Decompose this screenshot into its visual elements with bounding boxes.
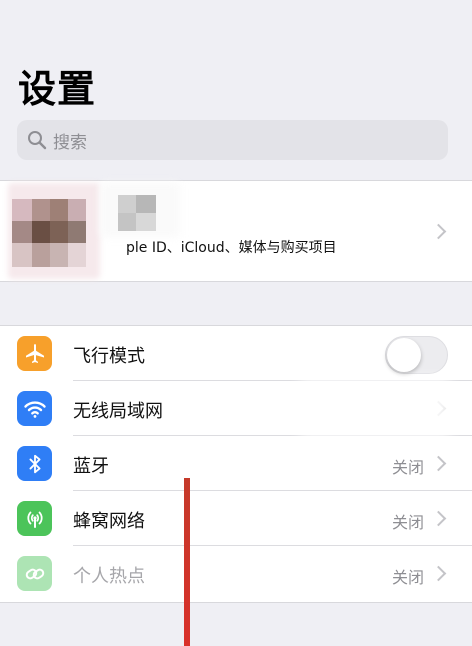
airplane-mode-toggle[interactable] (385, 336, 448, 374)
toggle-knob (387, 338, 421, 372)
chevron-right-icon (430, 510, 447, 527)
settings-row-value: 关闭 (391, 458, 424, 477)
settings-row-label: 飞行模式 (73, 346, 145, 367)
chevron-right-icon (430, 223, 447, 240)
apple-id-profile-row[interactable]: ple ID、iCloud、媒体与购买项目 (0, 180, 472, 282)
bluetooth-icon (17, 446, 52, 481)
settings-row-label: 蓝牙 (73, 456, 109, 477)
settings-group: 飞行模式 无线局域网 蓝牙 关闭 蜂窝网络 关闭 个人热点 关闭 (0, 325, 472, 603)
settings-row-label: 无线局域网 (73, 401, 163, 422)
settings-row-cellular[interactable]: 蜂窝网络 关闭 (0, 491, 472, 546)
red-annotation-arrow (184, 478, 190, 646)
profile-subtitle: ple ID、iCloud、媒体与购买项目 (126, 240, 337, 256)
wifi-network-name-obscured (300, 378, 450, 438)
chevron-right-icon (430, 455, 447, 472)
settings-row-value: 关闭 (391, 568, 424, 587)
page-title: 设置 (18, 67, 97, 111)
wifi-icon (17, 391, 52, 426)
airplane-icon (17, 336, 52, 371)
chevron-right-icon (430, 565, 447, 582)
settings-row-bluetooth[interactable]: 蓝牙 关闭 (0, 436, 472, 491)
search-bar[interactable]: 搜索 (17, 120, 448, 160)
search-icon (28, 131, 47, 150)
settings-row-label: 个人热点 (73, 566, 145, 587)
hotspot-link-icon (17, 556, 52, 591)
settings-row-label: 蜂窝网络 (73, 511, 145, 532)
cellular-antenna-icon (17, 501, 52, 536)
search-placeholder: 搜索 (53, 132, 87, 153)
settings-row-personal-hotspot[interactable]: 个人热点 关闭 (0, 546, 472, 601)
settings-row-airplane-mode[interactable]: 飞行模式 (0, 326, 472, 381)
settings-row-value: 关闭 (391, 513, 424, 532)
